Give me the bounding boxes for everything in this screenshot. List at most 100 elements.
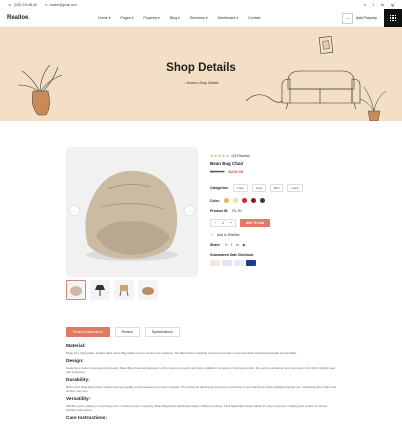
grid-icon — [389, 14, 397, 22]
color-swatch-maroon[interactable] — [250, 198, 256, 203]
arrow-right-icon: → — [342, 12, 353, 24]
categories-label: Categories: — [210, 186, 229, 190]
email-contact[interactable]: ✉ realloe@gmail.com — [45, 3, 77, 7]
product-description: Material: Made from high-quality, durabl… — [66, 344, 338, 425]
instagram-icon[interactable]: ig — [391, 2, 394, 7]
linkedin-share-icon[interactable]: in — [236, 243, 239, 247]
tab-product-information[interactable]: Product Information — [66, 327, 110, 337]
arrow-left-icon: ← — [72, 208, 77, 213]
cart-row: − 1 + Add To Cart — [210, 219, 390, 227]
quantity-stepper: − 1 + — [210, 219, 236, 227]
quantity-value[interactable]: 1 — [219, 221, 227, 225]
color-swatch-orange[interactable] — [223, 198, 229, 203]
add-property-button[interactable]: → Add Property — [342, 12, 377, 24]
heart-icon: ♡ — [210, 233, 214, 237]
facebook-icon[interactable]: f — [373, 2, 374, 7]
nav-property[interactable]: Property ▾ — [143, 16, 159, 20]
category-sofa[interactable]: Sofa — [251, 184, 266, 192]
increase-button[interactable]: + — [227, 221, 235, 225]
color-row: Color: — [210, 198, 390, 203]
section-title: Versatility: — [66, 397, 91, 402]
thumbnail-lamp[interactable] — [90, 280, 110, 300]
thumbnail-strip — [66, 280, 158, 300]
phone-contact[interactable]: ☏ (000) 234-56-45 — [8, 3, 37, 7]
thumbnail-basket-image — [142, 287, 154, 295]
add-property-label: Add Property — [356, 16, 377, 20]
breadcrumb-current: Shop Details — [199, 81, 219, 85]
chevron-down-icon: ▾ — [205, 15, 208, 20]
breadcrumb-separator: ▸ — [196, 81, 199, 85]
x-share-icon[interactable]: 𝕏 — [225, 243, 228, 247]
color-swatch-red[interactable] — [241, 198, 247, 203]
home-icon: ⌂ — [183, 81, 186, 85]
color-swatch-black[interactable] — [259, 198, 265, 203]
thumbnail-bean-bag[interactable] — [66, 280, 86, 300]
categories-row: Categories: Chair Sofa Bed Lamp — [210, 184, 390, 192]
category-chair[interactable]: Chair — [232, 184, 248, 192]
linkedin-icon[interactable]: in — [381, 2, 384, 7]
tab-review[interactable]: Review — [114, 327, 140, 337]
x-icon[interactable]: x — [364, 2, 366, 7]
share-label: Share: — [210, 243, 221, 247]
facebook-share-icon[interactable]: f — [231, 243, 232, 247]
nav-blog[interactable]: Blog ▾ — [170, 16, 180, 20]
wishlist-row[interactable]: ♡ Add to Wishlist — [210, 233, 390, 237]
thumbnail-chair-image — [119, 285, 129, 297]
banner-illustration — [17, 36, 387, 121]
menu-grid-button[interactable] — [384, 9, 402, 27]
social-links: x f in ig — [364, 2, 394, 7]
mastercard-icon — [210, 260, 220, 266]
chevron-down-icon: ▾ — [158, 15, 160, 20]
main-header: Realloe. Home ▾ Pages ▾ Property ▾ Blog ▾ El… — [0, 9, 402, 27]
contact-info: ☏ (000) 234-56-45 ✉ realloe@gmail.com — [8, 3, 77, 7]
previous-image-button[interactable]: ← — [70, 206, 79, 215]
category-bed[interactable]: Bed — [270, 184, 284, 192]
next-image-button[interactable]: → — [185, 206, 194, 215]
add-to-cart-button[interactable]: Add To Cart — [240, 219, 271, 227]
breadcrumb-home[interactable]: Home — [187, 81, 196, 85]
phone-text: (000) 234-56-45 — [14, 2, 37, 7]
category-lamp[interactable]: Lamp — [287, 184, 303, 192]
product-id-value: RL-90 — [232, 209, 242, 213]
rating-stars: ★★★★★ — [210, 153, 230, 158]
section-text: Made from high-quality, durable fabric, … — [66, 351, 297, 355]
product-id-label: Product ID: — [210, 209, 229, 213]
payment-methods — [210, 260, 390, 266]
thumbnail-lamp-image — [95, 285, 105, 296]
product-rating: ★★★★★ (15 Review) — [210, 153, 390, 158]
section-title: Material: — [66, 344, 86, 349]
chevron-down-icon: ▾ — [108, 15, 111, 20]
section-text: Featuring a modern and ergonomic design,… — [66, 366, 336, 374]
thumbnail-basket[interactable] — [138, 280, 158, 300]
guarantee-label: Guaranteed Safe Checkout — [210, 253, 254, 257]
product-main-image: ← → — [66, 147, 198, 277]
description-section: Durability: Built to last, Bean Bag Chai… — [66, 378, 338, 393]
youtube-share-icon[interactable]: ▶ — [243, 243, 246, 247]
current-price: $219.00 — [228, 169, 243, 174]
bean-bag-image — [85, 170, 178, 261]
nav-contact[interactable]: Contact — [248, 16, 260, 20]
decrease-button[interactable]: − — [211, 221, 219, 225]
old-price: $289.00 — [210, 169, 225, 174]
review-count[interactable]: (15 Review) — [231, 154, 249, 158]
chevron-down-icon: ▾ — [178, 15, 180, 20]
color-swatch-cream[interactable] — [232, 198, 238, 203]
product-tabs: Product Information Review Specification… — [66, 327, 180, 337]
top-bar: ☏ (000) 234-56-45 ✉ realloe@gmail.com x … — [0, 0, 402, 9]
description-section: Material: Made from high-quality, durabl… — [66, 344, 338, 355]
share-row: Share: 𝕏 f in ▶ — [210, 243, 390, 247]
mastercard-alt-icon — [222, 260, 232, 266]
nav-dashboard[interactable]: Dashboard ▾ — [218, 16, 238, 20]
thumbnail-chair[interactable] — [114, 280, 134, 300]
page-banner: Shop Details ⌂ Home ▸ Shop Details — [0, 27, 402, 121]
tab-specifications[interactable]: Specifications — [144, 327, 180, 337]
product-name: Bean Bag Chair — [210, 161, 244, 166]
section-title: Care Instructions: — [66, 416, 108, 421]
description-section: Design: Featuring a modern and ergonomic… — [66, 359, 338, 374]
nav-elements[interactable]: Elements ▾ — [190, 16, 208, 20]
product-prices: $289.00 $219.00 — [210, 169, 390, 174]
section-title: Design: — [66, 359, 84, 364]
nav-home[interactable]: Home ▾ — [98, 16, 110, 20]
nav-pages[interactable]: Pages ▾ — [120, 16, 133, 20]
site-logo[interactable]: Realloe. — [7, 15, 30, 21]
